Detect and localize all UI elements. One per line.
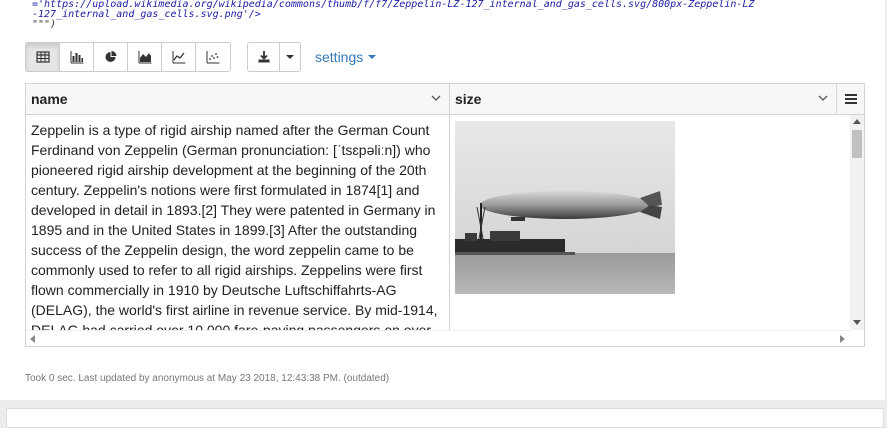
- table-icon: [35, 51, 50, 63]
- scroll-right-icon[interactable]: [840, 335, 845, 343]
- column-header-label: name: [31, 91, 68, 107]
- download-dropdown-toggle[interactable]: [280, 43, 300, 71]
- code-editor[interactable]: ='https://upload.wikimedia.org/wikipedia…: [32, 0, 754, 30]
- scroll-down-icon[interactable]: [853, 320, 861, 325]
- download-button-group: [247, 42, 301, 72]
- pie-chart-view-button[interactable]: [94, 43, 128, 71]
- code-line-3: """): [32, 19, 57, 30]
- next-paragraph: [6, 408, 884, 428]
- table-view-button[interactable]: [26, 43, 60, 71]
- settings-dropdown[interactable]: settings: [315, 49, 377, 65]
- settings-label: settings: [315, 49, 364, 65]
- result-table: name size Zeppelin is a type of rigid ai…: [25, 83, 865, 347]
- table-row: Zeppelin is a type of rigid airship name…: [26, 115, 850, 330]
- scroll-thumb[interactable]: [852, 130, 862, 158]
- area-chart-icon: [138, 51, 151, 64]
- line-chart-icon: [172, 51, 185, 64]
- horizontal-scrollbar[interactable]: [26, 330, 850, 346]
- column-header-size[interactable]: size: [450, 84, 837, 114]
- result-toolbar: settings: [25, 42, 377, 72]
- grid-menu-button[interactable]: [837, 84, 864, 114]
- column-header-label: size: [455, 91, 482, 107]
- zeppelin-photo: [455, 121, 675, 294]
- caret-down-icon: [368, 55, 377, 59]
- notebook-paragraph: ='https://upload.wikimedia.org/wikipedia…: [0, 0, 885, 400]
- vertical-scrollbar[interactable]: [850, 115, 864, 330]
- area-chart-view-button[interactable]: [128, 43, 162, 71]
- hamburger-menu-icon: [844, 94, 857, 104]
- scroll-left-icon[interactable]: [30, 335, 35, 343]
- chevron-down-icon: [286, 55, 294, 59]
- paragraph-status: Took 0 sec. Last updated by anonymous at…: [25, 373, 390, 384]
- scatter-chart-view-button[interactable]: [196, 43, 230, 71]
- bar-chart-icon: [70, 51, 83, 64]
- table-cell-size: [450, 115, 850, 330]
- download-button[interactable]: [248, 43, 280, 71]
- column-header-name[interactable]: name: [26, 84, 450, 114]
- bar-chart-view-button[interactable]: [60, 43, 94, 71]
- code-line-2: -127_internal_and_gas_cells.svg.png'/>: [32, 9, 261, 20]
- table-cell-name: Zeppelin is a type of rigid airship name…: [26, 115, 450, 330]
- chevron-down-icon[interactable]: [431, 93, 441, 103]
- scroll-up-icon[interactable]: [853, 119, 861, 124]
- table-header: name size: [26, 84, 864, 115]
- scatter-chart-icon: [206, 51, 220, 64]
- pie-chart-icon: [105, 51, 116, 62]
- view-mode-buttons: [25, 42, 231, 72]
- chevron-down-icon[interactable]: [818, 93, 828, 103]
- line-chart-view-button[interactable]: [162, 43, 196, 71]
- download-icon: [258, 51, 269, 63]
